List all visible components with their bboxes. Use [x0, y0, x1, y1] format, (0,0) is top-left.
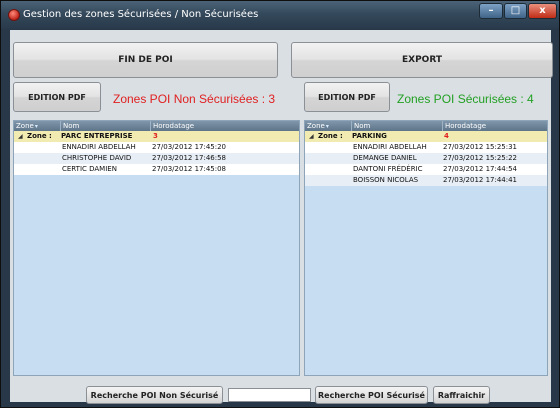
group-count: 3: [153, 132, 158, 140]
secure-grid[interactable]: Zone▾ Nom Horodatage ◢ Zone : PARKING 4 …: [304, 120, 548, 376]
non-secure-grid[interactable]: Zone▾ Nom Horodatage ◢ Zone : PARC ENTRE…: [13, 120, 300, 376]
table-row[interactable]: BOISSON NICOLAS 27/03/2012 17:44:41: [305, 175, 547, 186]
table-row[interactable]: ENNADIRI ABDELLAH 27/03/2012 15:25:31: [305, 142, 547, 153]
search-non-secure-button[interactable]: Recherche POI Non Sécurisé: [86, 386, 223, 404]
window-title: Gestion des zones Sécurisées / Non Sécur…: [23, 9, 259, 20]
cell-horodatage: 27/03/2012 15:25:31: [443, 143, 518, 151]
column-header-zone[interactable]: Zone▾: [14, 121, 61, 131]
cell-horodatage: 27/03/2012 17:45:08: [152, 165, 227, 173]
column-header-zone[interactable]: Zone▾: [305, 121, 352, 131]
main-panel: FIN DE POI EXPORT EDITION PDF Zones POI …: [10, 30, 553, 404]
cell-nom: DANTONI FRÉDÉRIC: [353, 165, 423, 173]
column-header-nom[interactable]: Nom: [352, 121, 443, 131]
group-name: PARC ENTREPRISE: [61, 132, 133, 140]
group-row[interactable]: ◢ Zone : PARKING 4: [305, 131, 547, 142]
sort-arrow-icon: ▾: [325, 123, 329, 130]
cell-nom: DEMANGE DANIEL: [353, 154, 417, 162]
right-edition-pdf-button[interactable]: EDITION PDF: [304, 82, 390, 112]
cell-horodatage: 27/03/2012 17:46:58: [152, 154, 227, 162]
cell-horodatage: 27/03/2012 15:25:22: [443, 154, 518, 162]
fin-de-poi-button[interactable]: FIN DE POI: [13, 42, 278, 78]
cell-nom: CERTIC DAMIEN: [62, 165, 117, 173]
column-header-horodatage[interactable]: Horodatage: [443, 121, 547, 131]
cell-horodatage: 27/03/2012 17:44:41: [443, 176, 518, 184]
group-prefix: Zone :: [318, 132, 343, 140]
group-prefix: Zone :: [27, 132, 52, 140]
grid-header: Zone▾ Nom Horodatage: [305, 121, 547, 131]
refresh-button[interactable]: Raffraichir: [433, 386, 490, 404]
app-window: Gestion des zones Sécurisées / Non Sécur…: [0, 0, 560, 408]
cell-nom: ENNADIRI ABDELLAH: [62, 143, 136, 151]
table-row[interactable]: CERTIC DAMIEN 27/03/2012 17:45:08: [14, 164, 299, 175]
table-row[interactable]: CHRISTOPHE DAVID 27/03/2012 17:46:58: [14, 153, 299, 164]
group-name: PARKING: [352, 132, 387, 140]
app-icon: [8, 9, 20, 21]
maximize-button[interactable]: □: [504, 3, 527, 19]
group-row[interactable]: ◢ Zone : PARC ENTREPRISE 3: [14, 131, 299, 142]
cell-horodatage: 27/03/2012 17:45:20: [152, 143, 227, 151]
collapse-triangle-icon[interactable]: ◢: [18, 131, 23, 142]
grid-header: Zone▾ Nom Horodatage: [14, 121, 299, 131]
cell-nom: CHRISTOPHE DAVID: [62, 154, 132, 162]
cell-horodatage: 27/03/2012 17:44:54: [443, 165, 518, 173]
column-header-nom[interactable]: Nom: [61, 121, 151, 131]
left-edition-pdf-button[interactable]: EDITION PDF: [13, 82, 101, 112]
minimize-button[interactable]: –: [479, 3, 503, 19]
export-button[interactable]: EXPORT: [291, 42, 553, 78]
close-button[interactable]: x: [528, 3, 557, 19]
title-bar[interactable]: Gestion des zones Sécurisées / Non Sécur…: [1, 1, 559, 29]
search-secure-button[interactable]: Recherche POI Sécurisé: [315, 386, 428, 404]
cell-nom: ENNADIRI ABDELLAH: [353, 143, 427, 151]
cell-nom: BOISSON NICOLAS: [353, 176, 419, 184]
secure-zones-label: Zones POI Sécurisées : 4: [397, 92, 534, 106]
group-count: 4: [444, 132, 449, 140]
column-header-horodatage[interactable]: Horodatage: [151, 121, 299, 131]
table-row[interactable]: DANTONI FRÉDÉRIC 27/03/2012 17:44:54: [305, 164, 547, 175]
search-input[interactable]: [228, 388, 311, 402]
sort-arrow-icon: ▾: [34, 123, 38, 130]
collapse-triangle-icon[interactable]: ◢: [309, 131, 314, 142]
non-secure-zones-label: Zones POI Non Sécurisées : 3: [113, 92, 276, 106]
table-row[interactable]: ENNADIRI ABDELLAH 27/03/2012 17:45:20: [14, 142, 299, 153]
table-row[interactable]: DEMANGE DANIEL 27/03/2012 15:25:22: [305, 153, 547, 164]
